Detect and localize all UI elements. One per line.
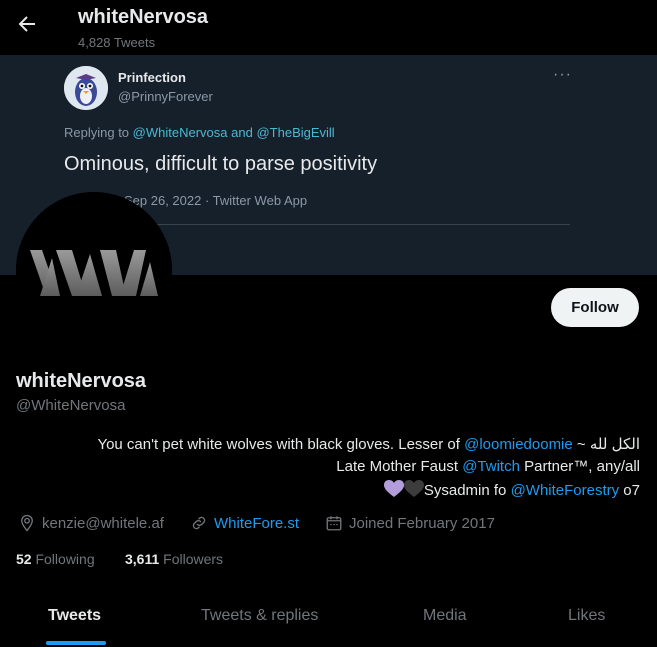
following-number: 52 (16, 551, 32, 567)
website-link[interactable]: WhiteFore.st (214, 515, 299, 532)
calendar-icon (326, 516, 342, 531)
banner-replying-to: Replying to @WhiteNervosa and @TheBigEvi… (64, 125, 335, 140)
wolf-teeth-logo-image (16, 192, 172, 348)
link-icon (192, 516, 206, 530)
bio-text: You can't pet white wolves with black gl… (97, 436, 465, 453)
replying-handle-2: @TheBigEvill (256, 125, 335, 140)
followers-label: Followers (163, 551, 224, 567)
tab-likes[interactable]: Likes (568, 607, 605, 625)
banner-tweet-author-handle: @PrinnyForever (118, 89, 213, 104)
joined-text: Joined February 2017 (349, 514, 495, 532)
tweet-count: 4,828 Tweets (78, 35, 156, 50)
active-tab-indicator (46, 641, 106, 645)
tab-media[interactable]: Media (423, 607, 467, 625)
more-options-icon: ··· (553, 66, 572, 83)
profile-avatar[interactable] (16, 192, 172, 348)
profile-join-date: Joined February 2017 (325, 514, 495, 532)
location-text: kenzie@whitele.af (42, 514, 164, 532)
follow-button[interactable]: Follow (551, 288, 639, 327)
bio-text: o7 (619, 482, 640, 499)
profile-handle: @WhiteNervosa (16, 397, 126, 414)
location-pin-icon (21, 514, 33, 532)
profile-location: kenzie@whitele.af (18, 514, 164, 532)
bio-line-3: Sysadmin fo @WhiteForestry o7 (30, 480, 640, 502)
bio-mention-loomiedoomie[interactable]: @loomiedoomie (464, 436, 573, 453)
tab-tweets[interactable]: Tweets (48, 607, 101, 625)
bio-mention-twitch[interactable]: @Twitch (462, 458, 520, 475)
following-count[interactable]: 52 Following (16, 551, 95, 567)
followers-count[interactable]: 3,611 Followers (125, 551, 223, 567)
banner-tweet-text: Ominous, difficult to parse positivity (64, 153, 378, 175)
replying-prefix: Replying to (64, 125, 130, 140)
header-title: whiteNervosa (78, 6, 209, 28)
back-button[interactable] (15, 12, 39, 36)
banner-tweet-author-name: Prinfection (118, 70, 186, 85)
bio-text: Partner™, any/all (519, 458, 640, 475)
purple-heart-icon (383, 480, 404, 502)
bio-line-1: You can't pet white wolves with black gl… (30, 435, 640, 453)
bio-text: Late Mother Faust (336, 458, 463, 475)
tab-tweets-and-replies[interactable]: Tweets & replies (201, 607, 318, 625)
profile-name: whiteNervosa (16, 370, 147, 392)
followers-number: 3,611 (125, 551, 160, 567)
banner-tweet-date: Sep 26, 2022 · Twitter Web App (124, 193, 308, 208)
following-label: Following (35, 551, 95, 567)
bio-line-2: Late Mother Faust @Twitch Partner™, any/… (30, 458, 640, 475)
penguin-avatar-image (64, 66, 108, 110)
bio-text: Sysadmin fo (423, 482, 511, 499)
black-heart-icon (403, 480, 424, 502)
top-bar: whiteNervosa 4,828 Tweets (0, 0, 657, 55)
replying-and: and (231, 125, 253, 140)
bio-text: ~ الكل لله (572, 436, 640, 453)
bio-mention-whiteforestry[interactable]: @WhiteForestry (511, 482, 620, 499)
banner-tweet-avatar (64, 66, 108, 110)
replying-handle-1: @WhiteNervosa (132, 125, 228, 140)
profile-website[interactable]: WhiteFore.st (190, 514, 299, 532)
arrow-left-icon (18, 16, 35, 32)
